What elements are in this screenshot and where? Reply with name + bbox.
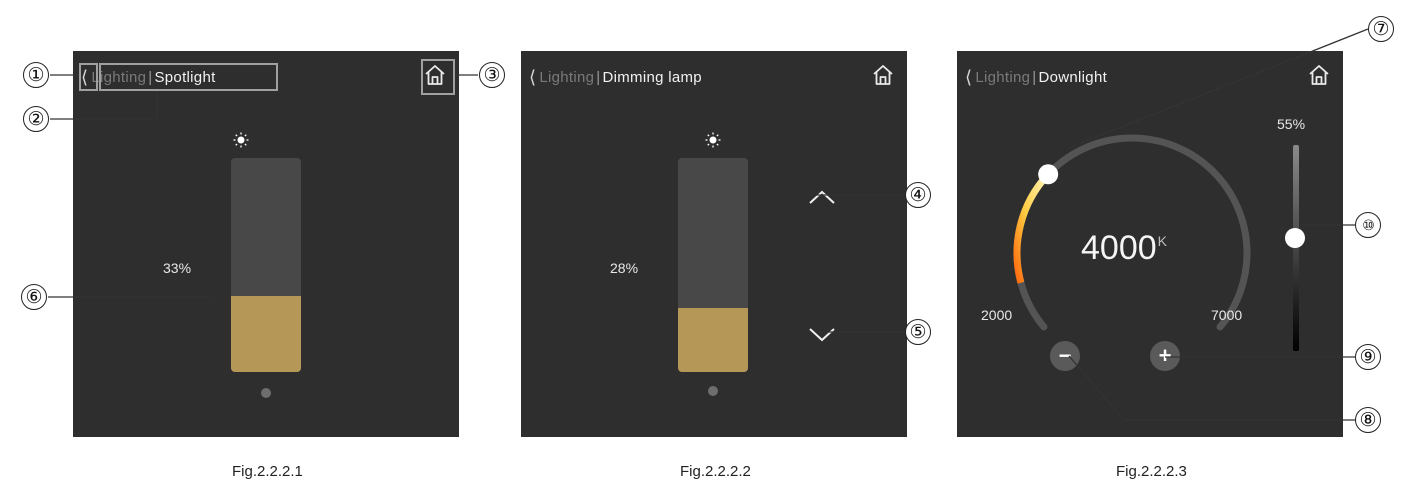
figure-caption: Fig.2.2.2.1 [232, 463, 303, 480]
figure-caption: Fig.2.2.2.2 [680, 463, 751, 480]
callout-5: ⑤ [905, 319, 931, 345]
callout-4: ④ [905, 182, 931, 208]
callout-1: ① [23, 62, 49, 88]
callout-7: ⑦ [1368, 16, 1394, 42]
callout-9: ⑨ [1355, 344, 1381, 370]
callout-8: ⑧ [1355, 407, 1381, 433]
callout-2: ② [23, 106, 49, 132]
callout-3: ③ [479, 62, 505, 88]
figure-caption: Fig.2.2.2.3 [1116, 463, 1187, 480]
callout-6: ⑥ [21, 284, 47, 310]
callout-10: ⑩ [1355, 212, 1381, 238]
leader-lines [48, 28, 1369, 421]
